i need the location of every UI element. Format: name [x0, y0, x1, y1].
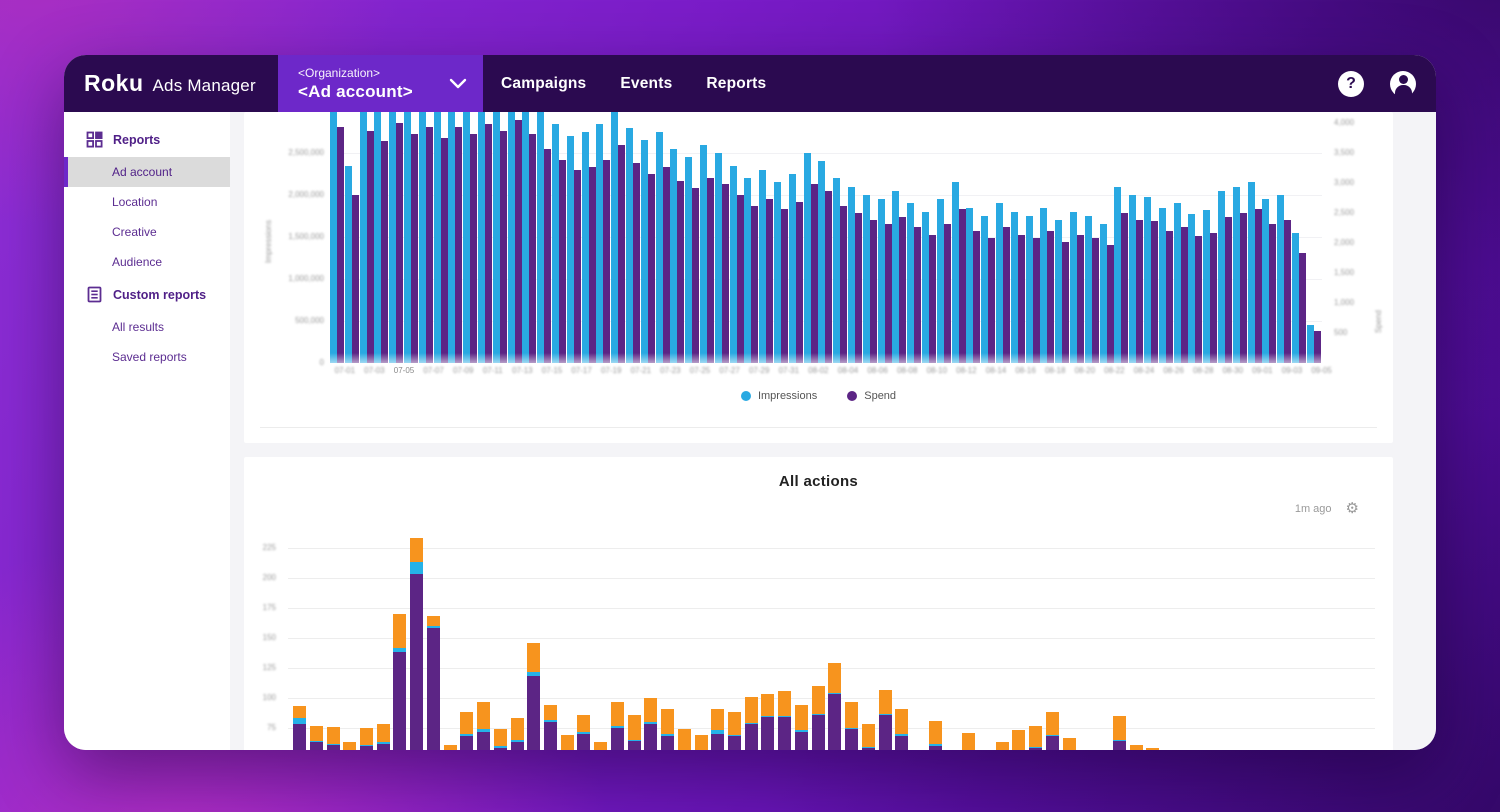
brand-name: Roku — [84, 70, 144, 97]
grid-icon — [86, 131, 103, 148]
legend-item-impressions: Impressions — [741, 390, 817, 402]
left-axis-label: Impressions — [264, 220, 273, 263]
brand-suffix: Ads Manager — [153, 76, 256, 96]
navbar-actions: ? — [1338, 55, 1416, 112]
actions-plot — [288, 537, 1375, 750]
app-window: Roku Ads Manager <Organization> <Ad acco… — [64, 55, 1436, 750]
chevron-down-icon — [449, 78, 467, 89]
account-selector[interactable]: <Organization> <Ad account> — [278, 55, 483, 112]
impressions-legend-dot — [741, 391, 751, 401]
sidebar-section-reports: Reports — [64, 122, 230, 157]
sidebar-item-location[interactable]: Location — [64, 187, 230, 217]
actions-chart-yticks: 75100125150175200225 — [244, 537, 280, 750]
sidebar-item-creative[interactable]: Creative — [64, 217, 230, 247]
sidebar-item-ad-account[interactable]: Ad account — [64, 157, 230, 187]
sidebar-item-saved-reports[interactable]: Saved reports — [64, 342, 230, 372]
sidebar: Reports Ad account Location Creative Aud… — [64, 112, 230, 750]
main-content: Impressions 0500,0001,000,0001,500,0002,… — [230, 112, 1436, 750]
card-meta: 1m ago ⚙ — [1295, 501, 1359, 516]
impressions-plot — [330, 112, 1322, 363]
impressions-spend-card: Impressions 0500,0001,000,0001,500,0002,… — [244, 112, 1393, 443]
last-updated-label: 1m ago — [1295, 503, 1332, 515]
help-icon[interactable]: ? — [1338, 71, 1364, 97]
gear-icon[interactable]: ⚙ — [1346, 501, 1359, 516]
nav-reports[interactable]: Reports — [706, 75, 766, 93]
profile-icon[interactable] — [1390, 71, 1416, 97]
sidebar-item-all-results[interactable]: All results — [64, 312, 230, 342]
roku-logo: Roku Ads Manager — [64, 70, 278, 97]
card-divider — [260, 427, 1377, 428]
document-icon — [86, 286, 103, 303]
sidebar-section-label: Custom reports — [113, 288, 206, 302]
spend-legend-dot — [847, 391, 857, 401]
organization-label: <Organization> — [298, 66, 413, 80]
primary-nav: Campaigns Events Reports — [501, 75, 766, 93]
sidebar-section-label: Reports — [113, 133, 160, 147]
all-actions-card: All actions 1m ago ⚙ 7510012515017520022… — [244, 457, 1393, 750]
sidebar-section-custom-reports: Custom reports — [64, 277, 230, 312]
all-actions-title: All actions — [244, 473, 1393, 490]
chart-legend: Impressions Spend — [244, 390, 1393, 402]
legend-item-spend: Spend — [847, 390, 896, 402]
nav-events[interactable]: Events — [620, 75, 672, 93]
sidebar-item-audience[interactable]: Audience — [64, 247, 230, 277]
nav-campaigns[interactable]: Campaigns — [501, 75, 586, 93]
top-navbar: Roku Ads Manager <Organization> <Ad acco… — [64, 55, 1436, 112]
top-chart-xticks: 07-0107-0307-0507-0707-0907-1107-1307-15… — [330, 366, 1322, 378]
ad-account-label: <Ad account> — [298, 82, 413, 102]
right-axis-label: Spend — [1374, 310, 1383, 333]
